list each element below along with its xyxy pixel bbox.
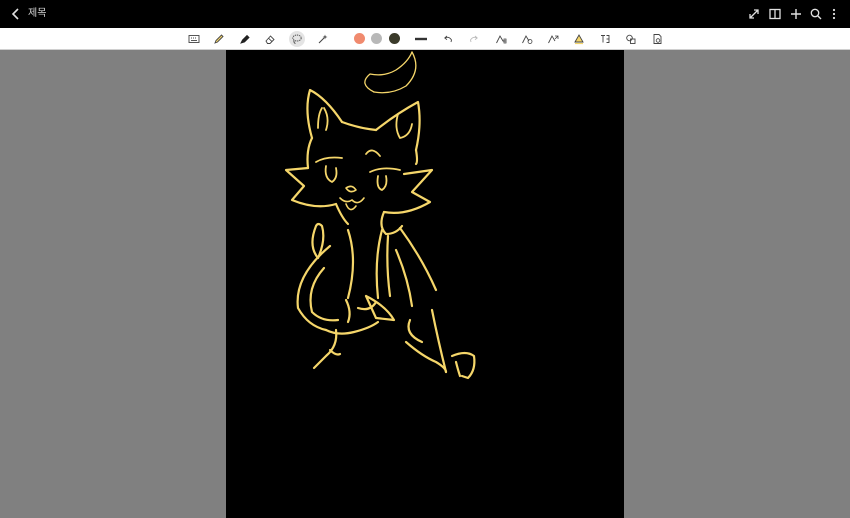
insert-shape-button[interactable] [493,31,509,47]
eraser-tool-button[interactable] [262,31,278,47]
drawing-toolbar [0,28,850,50]
shape-tool-button[interactable] [315,31,331,47]
cat-sketch-drawing [284,51,476,380]
insert-image-button[interactable] [519,31,535,47]
redo-button[interactable] [466,31,482,47]
split-view-icon[interactable] [768,7,782,21]
highlighter-tool-button[interactable] [237,31,253,47]
pen-arrow-icon [548,35,559,44]
attach-button[interactable] [649,31,665,47]
pen-tool-button[interactable] [211,31,227,47]
back-arrow-icon[interactable] [8,6,24,22]
redo-icon [470,35,478,43]
keyboard-icon [188,35,200,43]
shapes-button[interactable] [623,31,639,47]
fill-tool-button[interactable] [571,31,587,47]
eraser-icon [265,35,275,44]
pen-settings-button[interactable] [545,31,561,47]
lasso-tool-button[interactable] [289,31,305,47]
shapes-icon [626,34,636,44]
add-icon[interactable] [789,7,803,21]
lasso-icon [292,34,302,44]
stroke-width-button[interactable] [413,31,429,47]
highlighter-icon [240,34,250,44]
text-box-button[interactable] [597,31,613,47]
more-options-icon[interactable] [827,7,841,21]
pen-shape-icon [496,35,507,44]
pen-image-icon [522,35,533,44]
undo-button[interactable] [440,31,456,47]
pen-icon [214,34,224,44]
attachment-icon [653,34,662,44]
stroke-width-icon [415,37,427,41]
text-mode-button[interactable] [186,31,202,47]
color-swatch-dark-olive[interactable] [389,33,400,44]
magic-shape-icon [318,34,328,44]
search-icon[interactable] [809,7,823,21]
note-title[interactable]: 제목 [28,7,46,21]
color-swatch-gray[interactable] [371,33,382,44]
color-swatch-coral[interactable] [354,33,365,44]
top-app-bar: 제목 [0,0,850,28]
expand-icon[interactable] [747,7,761,21]
text-box-icon [601,35,610,43]
undo-icon [444,35,452,43]
fill-bucket-icon [574,34,584,45]
drawing-canvas[interactable] [226,50,624,518]
